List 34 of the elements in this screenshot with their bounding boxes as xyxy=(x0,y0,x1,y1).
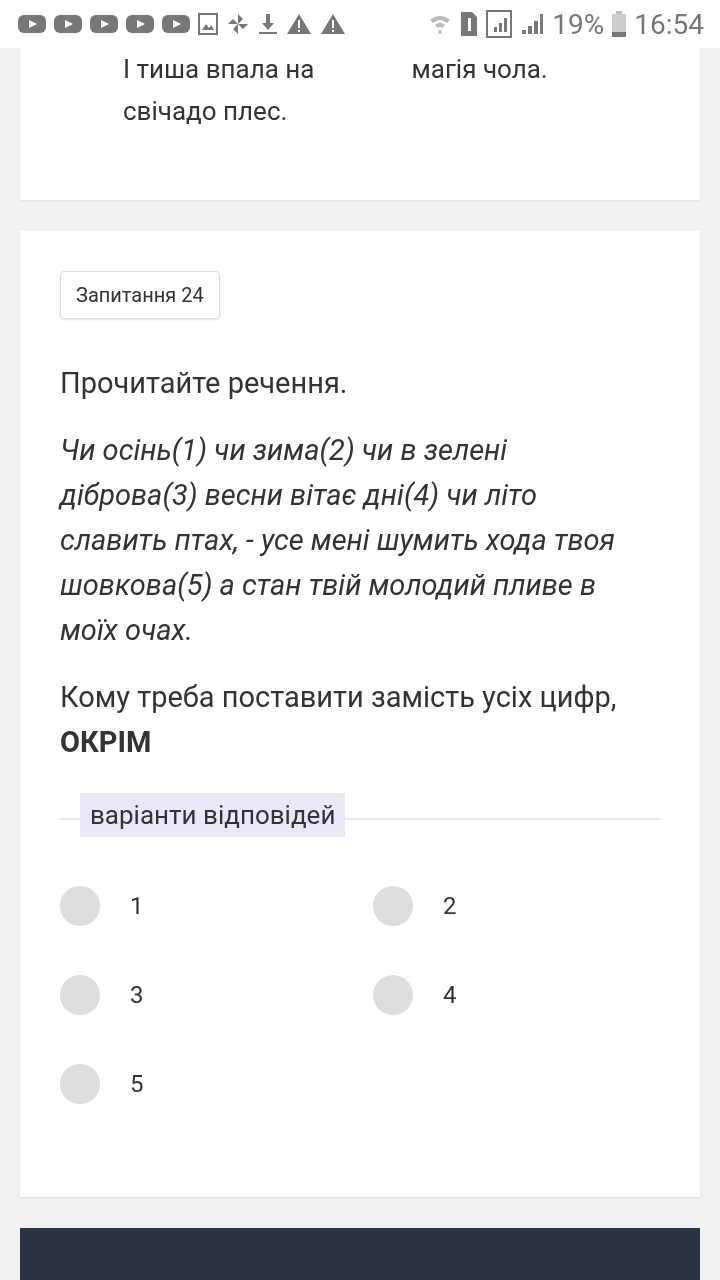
signal-icon xyxy=(520,12,545,36)
option-label[interactable]: 1 xyxy=(130,892,144,920)
option-label[interactable]: 5 xyxy=(130,1070,144,1098)
image-icon xyxy=(198,13,218,35)
video-app-icon xyxy=(54,14,82,34)
warning-icon xyxy=(286,13,312,35)
battery-percentage: 19% xyxy=(552,7,605,41)
warning-icon xyxy=(320,13,346,35)
video-app-icon xyxy=(18,14,46,34)
sentence-text: Чи осінь(1) чи зима(2) чи в зелені діброва(3) весни вітає дні(4) чи літо славить птах, - усе мені шумить хода твоя шовкова(5) а стан твій молодий пливе в моїх очах. xyxy=(60,432,617,649)
answer-options-label: варіанти відповідей xyxy=(80,793,346,837)
question-number-badge: Запитання 24 xyxy=(60,271,220,319)
radio-button[interactable] xyxy=(60,975,100,1015)
pinwheel-icon xyxy=(226,12,250,36)
radio-button[interactable] xyxy=(60,886,100,926)
download-icon xyxy=(258,12,278,36)
clock-time: 16:54 xyxy=(634,7,704,41)
radio-button[interactable] xyxy=(373,886,413,926)
poem-line: магія чола. xyxy=(411,53,549,86)
battery-icon xyxy=(612,11,627,37)
video-app-icon xyxy=(162,14,190,34)
poem-line: свічадо плес. xyxy=(123,95,289,128)
option-label[interactable]: 2 xyxy=(443,892,457,920)
option-label[interactable]: 3 xyxy=(130,981,144,1009)
poem-line: І тиша впала на xyxy=(123,53,316,86)
roaming-signal-icon xyxy=(486,10,513,38)
sim-card-icon xyxy=(460,11,479,37)
question-text: Кому треба поставити замість усіх цифр, ОКРІМ xyxy=(60,679,618,761)
option-label[interactable]: 4 xyxy=(443,981,457,1009)
radio-button[interactable] xyxy=(60,1064,100,1104)
video-app-icon xyxy=(90,14,118,34)
instruction-text: Прочитайте речення. xyxy=(60,365,349,402)
video-app-icon xyxy=(126,14,154,34)
radio-button[interactable] xyxy=(373,975,413,1015)
